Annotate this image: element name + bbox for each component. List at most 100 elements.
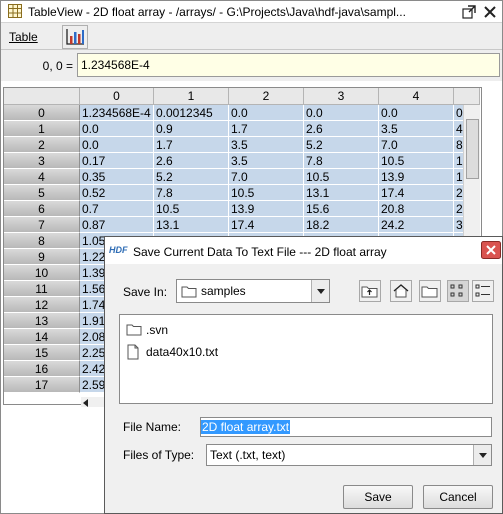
column-header[interactable]: 1 [154, 88, 229, 105]
table-cell[interactable]: 15.6 [304, 201, 379, 217]
table-cell[interactable]: 0.35 [80, 169, 154, 185]
column-header[interactable]: 2 [229, 88, 304, 105]
row-header[interactable]: 0 [4, 105, 80, 121]
row-header[interactable]: 4 [4, 169, 80, 185]
window-title-bar[interactable]: TableView - 2D float array - /arrays/ - … [1, 1, 502, 23]
table-cell[interactable]: 13.1 [154, 217, 229, 233]
new-folder-button[interactable] [419, 280, 441, 302]
table-cell[interactable]: 1.234568E-4 [80, 105, 154, 121]
up-one-level-button[interactable] [359, 280, 381, 302]
maximize-icon[interactable] [461, 4, 477, 20]
row-header[interactable]: 14 [4, 329, 80, 345]
column-header[interactable]: 4 [379, 88, 454, 105]
cell-coordinate-label: 0, 0 = [42, 59, 73, 73]
row-header[interactable]: 2 [4, 137, 80, 153]
row-header[interactable]: 11 [4, 281, 80, 297]
table-cell[interactable]: 0.0 [80, 137, 154, 153]
row-header[interactable]: 12 [4, 297, 80, 313]
table-cell[interactable]: 17.4 [379, 185, 454, 201]
row-header[interactable]: 1 [4, 121, 80, 137]
table-cell[interactable]: 2.6 [154, 153, 229, 169]
table-cell[interactable]: 2.6 [304, 121, 379, 137]
files-of-type-dropdown[interactable]: Text (.txt, text) [206, 444, 492, 466]
column-header[interactable]: 3 [304, 88, 379, 105]
menu-table[interactable]: Table [9, 30, 38, 44]
home-button[interactable] [390, 280, 412, 302]
row-header[interactable]: 7 [4, 217, 80, 233]
file-icon [126, 344, 140, 363]
table-cell[interactable]: 20.8 [379, 201, 454, 217]
table-cell[interactable]: 10.5 [154, 201, 229, 217]
table-cell[interactable]: 0.52 [80, 185, 154, 201]
table-cell[interactable]: 24.2 [379, 217, 454, 233]
table-cell[interactable]: 0.9 [154, 121, 229, 137]
table-cell[interactable]: 1.7 [229, 121, 304, 137]
table-cell[interactable]: 13.9 [379, 169, 454, 185]
chevron-down-icon[interactable] [311, 280, 329, 302]
row-header[interactable]: 6 [4, 201, 80, 217]
row-header[interactable]: 15 [4, 345, 80, 361]
file-name-label: File Name: [123, 420, 182, 434]
table-cell[interactable]: 7.8 [304, 153, 379, 169]
folder-icon [181, 284, 197, 301]
save-in-label: Save In: [123, 285, 168, 299]
row-header[interactable]: 16 [4, 361, 80, 377]
table-cell[interactable]: 3.5 [229, 153, 304, 169]
cancel-button[interactable]: Cancel [423, 485, 493, 509]
table-cell[interactable]: 7.0 [379, 137, 454, 153]
chart-icon [66, 29, 84, 45]
list-view-button[interactable] [447, 280, 469, 302]
table-cell[interactable]: 10.5 [304, 169, 379, 185]
file-name-input[interactable]: 2D float array.txt [200, 417, 492, 437]
dialog-title-bar[interactable]: HDF Save Current Data To Text File --- 2… [105, 237, 502, 264]
row-header[interactable]: 3 [4, 153, 80, 169]
file-name-value: 2D float array.txt [201, 420, 291, 434]
table-corner-header [4, 88, 80, 105]
dialog-close-icon[interactable] [481, 241, 501, 259]
table-cell[interactable]: 0.0 [379, 105, 454, 121]
row-header[interactable]: 9 [4, 249, 80, 265]
dialog-title: Save Current Data To Text File --- 2D fl… [133, 245, 387, 259]
table-cell[interactable]: 3.5 [229, 137, 304, 153]
row-header[interactable]: 8 [4, 233, 80, 249]
file-name: .svn [146, 323, 169, 337]
table-cell[interactable]: 17.4 [229, 217, 304, 233]
scrollbar-thumb[interactable] [466, 119, 479, 179]
column-header[interactable]: 0 [80, 88, 154, 105]
table-cell[interactable]: 0.0012345 [154, 105, 229, 121]
table-cell[interactable]: 0.0 [304, 105, 379, 121]
table-cell[interactable]: 10.5 [229, 185, 304, 201]
new-folder-icon [421, 286, 438, 298]
save-button[interactable]: Save [343, 485, 413, 509]
file-list[interactable]: .svn data40x10.txt [119, 314, 493, 404]
table-app-icon [8, 4, 22, 21]
table-cell[interactable]: 7.8 [154, 185, 229, 201]
table-cell[interactable]: 5.2 [154, 169, 229, 185]
chevron-down-icon[interactable] [473, 445, 491, 465]
table-cell[interactable]: 13.9 [229, 201, 304, 217]
row-header[interactable]: 5 [4, 185, 80, 201]
save-in-dropdown[interactable]: samples [176, 279, 330, 303]
column-header[interactable] [454, 88, 480, 105]
row-header[interactable]: 17 [4, 377, 80, 393]
table-cell[interactable]: 0.17 [80, 153, 154, 169]
table-cell[interactable]: 0.0 [229, 105, 304, 121]
table-cell[interactable]: 13.1 [304, 185, 379, 201]
table-cell[interactable]: 0.87 [80, 217, 154, 233]
table-cell[interactable]: 18.2 [304, 217, 379, 233]
row-header[interactable]: 13 [4, 313, 80, 329]
cell-value-field[interactable]: 1.234568E-4 [77, 53, 500, 77]
table-cell[interactable]: 7.0 [229, 169, 304, 185]
table-cell[interactable]: 5.2 [304, 137, 379, 153]
chart-button[interactable] [62, 25, 88, 49]
table-cell[interactable]: 10.5 [379, 153, 454, 169]
scroll-left-icon[interactable] [81, 398, 91, 408]
save-dialog: HDF Save Current Data To Text File --- 2… [104, 236, 503, 514]
row-header[interactable]: 10 [4, 265, 80, 281]
table-cell[interactable]: 0.0 [80, 121, 154, 137]
close-icon[interactable] [482, 4, 498, 20]
table-cell[interactable]: 0.7 [80, 201, 154, 217]
table-cell[interactable]: 3.5 [379, 121, 454, 137]
details-view-button[interactable] [472, 280, 494, 302]
table-cell[interactable]: 1.7 [154, 137, 229, 153]
